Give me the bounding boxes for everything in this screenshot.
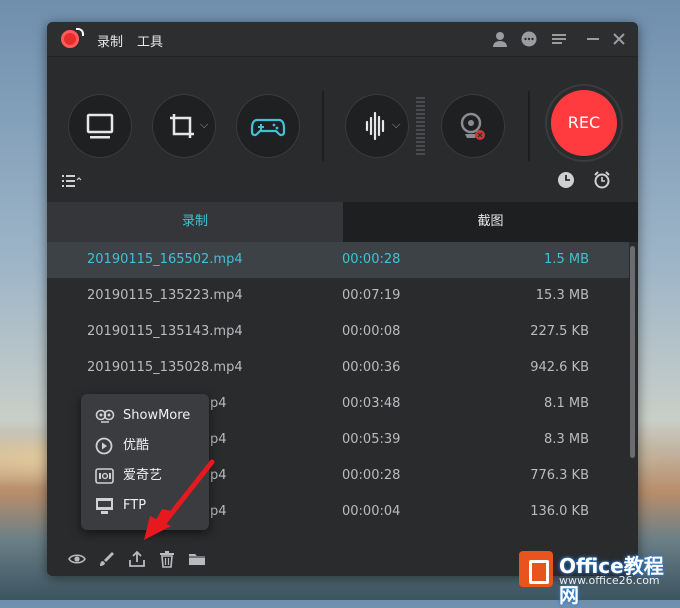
office-watermark: Office教程网 www.office26.com bbox=[515, 548, 680, 607]
annotation-arrow bbox=[144, 459, 215, 540]
watermark-url: www.office26.com bbox=[559, 574, 660, 587]
office-logo-icon bbox=[519, 551, 553, 587]
